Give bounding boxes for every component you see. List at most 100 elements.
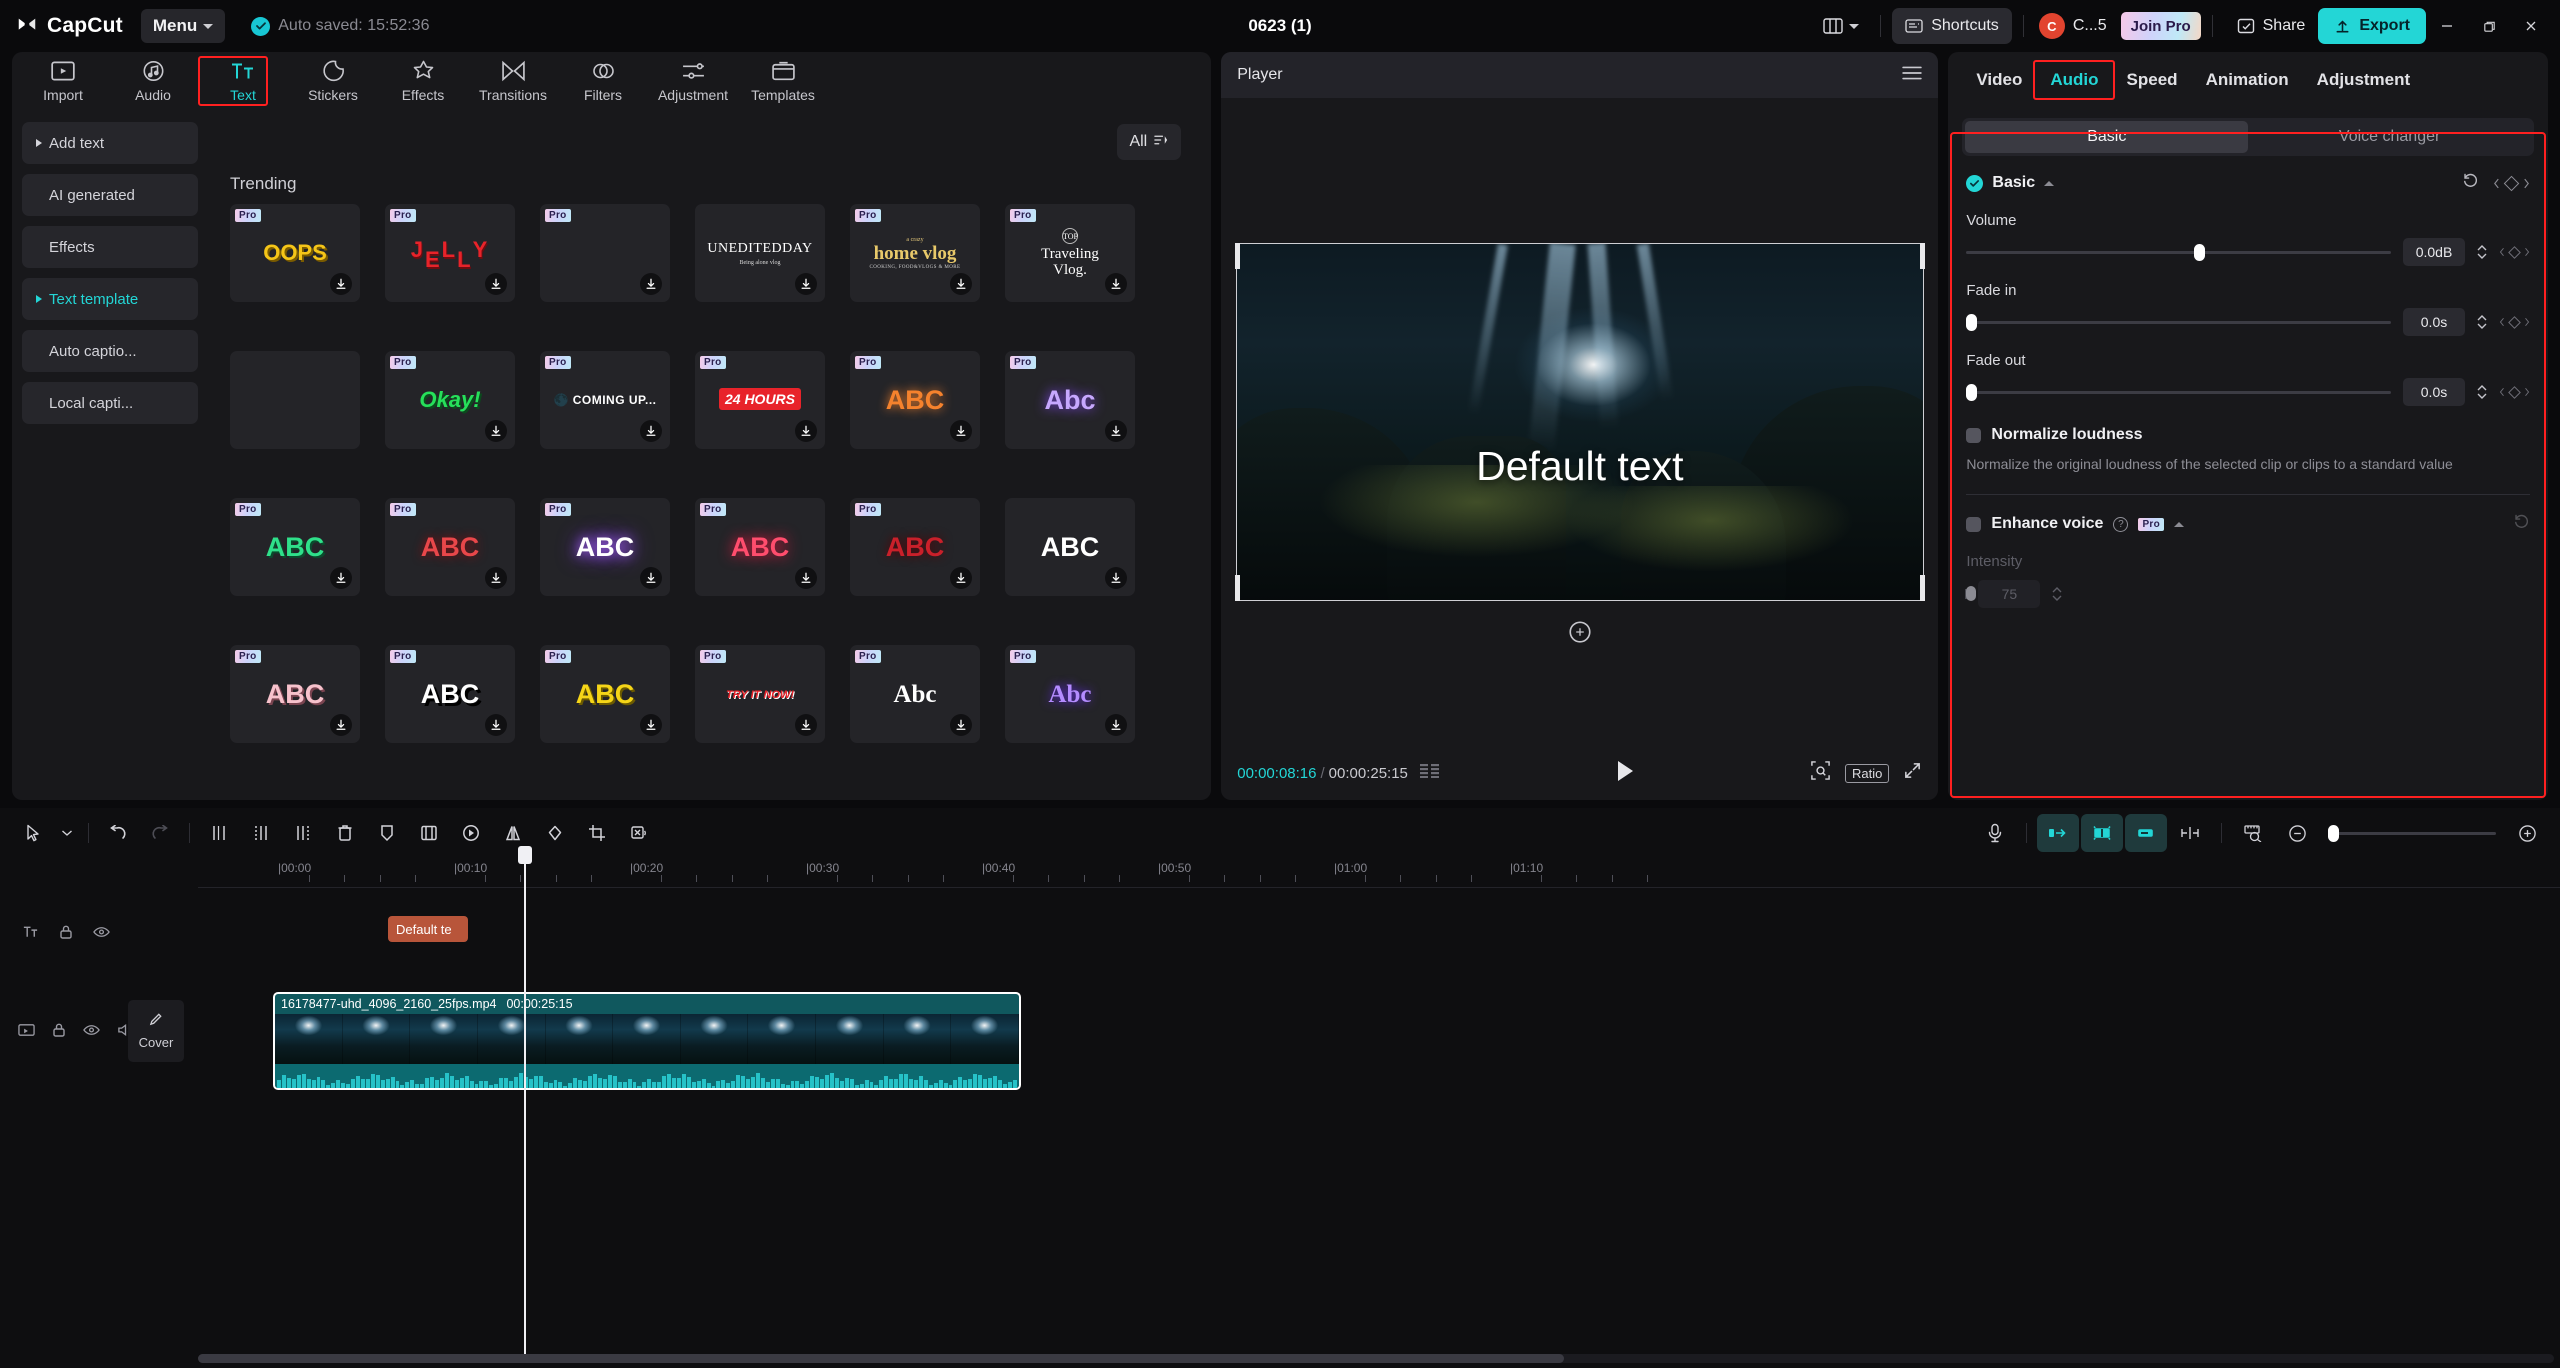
fade-out-stepper[interactable] (2477, 385, 2487, 399)
intensity-value[interactable]: 75 (1978, 580, 2040, 608)
volume-keyframe[interactable] (2499, 247, 2530, 257)
playhead-handle[interactable] (518, 846, 532, 864)
play-icon[interactable] (1615, 760, 1635, 787)
video-track-lane[interactable]: Cover 16178477-uhd_4096_2160_25fps.mp4 0… (198, 980, 2560, 1084)
sidebar-item-text-template[interactable]: Text template (22, 278, 198, 320)
download-icon[interactable] (795, 273, 817, 295)
text-template-item[interactable]: Pro🌑 COMING UP... (540, 351, 670, 449)
download-icon[interactable] (950, 273, 972, 295)
inspector-tab-animation[interactable]: Animation (2192, 63, 2303, 97)
timeline-hscrollbar[interactable] (198, 1354, 2554, 1363)
volume-value[interactable]: 0.0dB (2403, 238, 2465, 266)
eye-icon[interactable] (93, 925, 110, 943)
redo-icon[interactable] (139, 814, 181, 852)
download-icon[interactable] (330, 714, 352, 736)
timeline-ruler[interactable]: |00:00|00:10|00:20|00:30|00:40|00:50|01:… (198, 858, 2560, 888)
export-button[interactable]: Export (2318, 8, 2426, 44)
download-icon[interactable] (640, 273, 662, 295)
volume-stepper[interactable] (2477, 245, 2487, 259)
download-icon[interactable] (1105, 420, 1127, 442)
sidebar-item-local-capti[interactable]: Local capti... (22, 382, 198, 424)
overlay-text[interactable]: Default text (1236, 443, 1924, 490)
fade-in-keyframe[interactable] (2499, 317, 2530, 327)
text-T-icon[interactable] (22, 924, 39, 945)
ratio-button[interactable]: Ratio (1845, 764, 1889, 783)
join-pro-button[interactable]: Join Pro (2121, 12, 2201, 40)
text-template-item[interactable]: ProAbc (1005, 351, 1135, 449)
download-icon[interactable] (795, 420, 817, 442)
fullscreen-icon[interactable] (1903, 761, 1922, 785)
auto-snap-icon[interactable] (2081, 814, 2123, 852)
chevron-up-icon[interactable] (2174, 522, 2184, 527)
segment-basic[interactable]: Basic (1965, 121, 2248, 153)
split-icon[interactable] (198, 814, 240, 852)
audio-detach-icon[interactable] (618, 814, 660, 852)
text-template-item[interactable]: ProAbc (1005, 645, 1135, 743)
download-icon[interactable] (1105, 714, 1127, 736)
enhance-voice-checkbox[interactable] (1966, 517, 1981, 532)
download-icon[interactable] (485, 273, 507, 295)
library-tab-audio[interactable]: Audio (108, 54, 198, 108)
inspector-tab-video[interactable]: Video (1962, 63, 2036, 97)
basic-checkbox[interactable] (1966, 175, 1983, 192)
download-icon[interactable] (640, 714, 662, 736)
menu-button[interactable]: Menu (141, 9, 225, 43)
fade-out-keyframe[interactable] (2499, 387, 2530, 397)
zoom-in-icon[interactable] (2506, 814, 2548, 852)
zoom-fit-icon[interactable] (1810, 760, 1831, 786)
reset-rotate-icon[interactable] (1567, 619, 1593, 645)
inspector-tab-speed[interactable]: Speed (2113, 63, 2192, 97)
video-track-icon[interactable] (18, 1023, 35, 1042)
chevron-down-icon[interactable] (54, 814, 80, 852)
library-tab-stickers[interactable]: Stickers (288, 54, 378, 108)
text-template-item[interactable]: ProTOPTravelingVlog. (1005, 204, 1135, 302)
keyframe-nav[interactable] (2493, 178, 2530, 189)
crop-icon[interactable] (576, 814, 618, 852)
download-icon[interactable] (950, 567, 972, 589)
download-icon[interactable] (485, 714, 507, 736)
adsorb-icon[interactable] (2169, 814, 2211, 852)
library-tab-templates[interactable]: Templates (738, 54, 828, 108)
download-icon[interactable] (1105, 273, 1127, 295)
download-icon[interactable] (1105, 567, 1127, 589)
zoom-out-icon[interactable] (2276, 814, 2318, 852)
select-arrow-icon[interactable] (12, 814, 54, 852)
rotate-icon[interactable] (534, 814, 576, 852)
inspector-tab-audio[interactable]: Audio (2036, 63, 2112, 97)
text-template-item[interactable]: ProABC (850, 351, 980, 449)
maximize-button[interactable] (2468, 8, 2510, 44)
text-template-item[interactable] (230, 351, 360, 449)
text-template-item[interactable]: ProTRY IT NOW! (695, 645, 825, 743)
trim-left-icon[interactable] (240, 814, 282, 852)
download-icon[interactable] (485, 567, 507, 589)
fade-out-slider[interactable] (1966, 384, 2391, 400)
text-template-item[interactable]: ProABC (540, 645, 670, 743)
chevron-up-icon[interactable] (2044, 181, 2054, 186)
sidebar-item-effects[interactable]: Effects (22, 226, 198, 268)
sidebar-item-auto-captio[interactable]: Auto captio... (22, 330, 198, 372)
fade-out-value[interactable]: 0.0s (2403, 378, 2465, 406)
library-tab-import[interactable]: Import (18, 54, 108, 108)
normalize-loudness-checkbox[interactable] (1966, 428, 1981, 443)
library-tab-adjustment[interactable]: Adjustment (648, 54, 738, 108)
text-template-item[interactable]: Pro24 HOURS (695, 351, 825, 449)
library-tab-effects[interactable]: Effects (378, 54, 468, 108)
text-track-lane[interactable]: Default te (198, 888, 2560, 980)
download-icon[interactable] (950, 714, 972, 736)
sidebar-item-add-text[interactable]: Add text (22, 122, 198, 164)
delete-icon[interactable] (324, 814, 366, 852)
text-template-item[interactable]: ProABC (850, 498, 980, 596)
trim-right-icon[interactable] (282, 814, 324, 852)
library-tab-transitions[interactable]: Transitions (468, 54, 558, 108)
account-button[interactable]: C C...5 (2035, 13, 2111, 39)
question-icon[interactable]: ? (2113, 517, 2128, 532)
eye-icon[interactable] (83, 1023, 100, 1041)
sidebar-item-ai-generated[interactable]: AI generated (22, 174, 198, 216)
segment-voice-changer[interactable]: Voice changer (2248, 121, 2531, 153)
lock-icon[interactable] (52, 1022, 66, 1043)
text-template-item[interactable]: Proa crazyhome vlogCOOKING, FOOD&VLOGS &… (850, 204, 980, 302)
share-button[interactable]: Share (2224, 8, 2319, 44)
text-template-item[interactable]: ProABC (385, 498, 515, 596)
undo-icon[interactable] (97, 814, 139, 852)
cover-button[interactable]: Cover (128, 1000, 184, 1062)
